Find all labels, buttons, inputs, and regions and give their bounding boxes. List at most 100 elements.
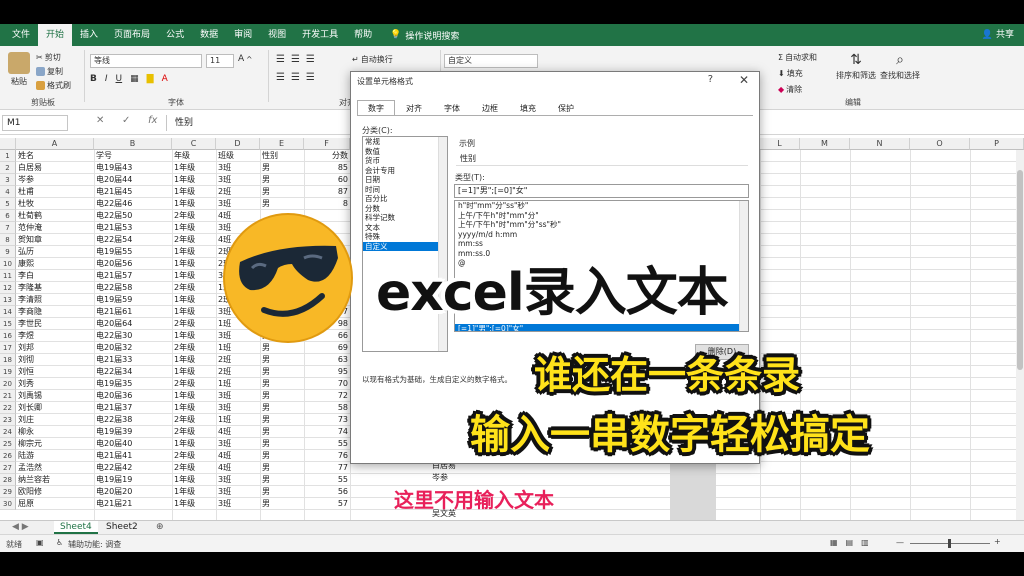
zoom-slider-thumb[interactable] <box>948 539 951 548</box>
column-header-e[interactable]: E <box>260 138 304 150</box>
row-header[interactable]: 25 <box>0 438 16 450</box>
format-item[interactable]: mm:ss <box>455 239 748 249</box>
help-icon[interactable]: ? <box>708 74 713 85</box>
column-header-l[interactable]: L <box>760 138 800 150</box>
share-button[interactable]: 👤 共享 <box>982 24 1014 46</box>
table-cell[interactable]: 1年级 <box>172 162 216 174</box>
table-cell[interactable]: 刘邦 <box>16 342 94 354</box>
grow-font-button[interactable]: A ^ <box>238 54 252 64</box>
table-cell[interactable]: 1年级 <box>172 366 216 378</box>
table-cell[interactable]: 1年级 <box>172 402 216 414</box>
table-cell[interactable]: 1班 <box>216 378 260 390</box>
format-painter-button[interactable]: 格式刷 <box>36 80 71 91</box>
table-cell[interactable]: 3班 <box>216 498 260 510</box>
row-header[interactable]: 30 <box>0 498 16 510</box>
table-cell[interactable]: 1年级 <box>172 258 216 270</box>
table-cell[interactable]: 陆游 <box>16 450 94 462</box>
table-cell[interactable]: 1年级 <box>172 354 216 366</box>
table-cell[interactable]: 1年级 <box>172 438 216 450</box>
table-cell[interactable]: 2年级 <box>172 282 216 294</box>
table-cell[interactable]: 2年级 <box>172 414 216 426</box>
tab-view[interactable]: 视图 <box>260 24 294 46</box>
table-cell[interactable]: 2年级 <box>172 450 216 462</box>
vertical-scrollbar[interactable] <box>1016 150 1024 520</box>
wrap-text-button[interactable]: ↵ 自动换行 <box>352 54 393 65</box>
format-item[interactable]: 上午/下午h"时"mm"分" <box>455 211 748 221</box>
category-item[interactable]: 分数 <box>363 204 447 214</box>
row-header[interactable]: 24 <box>0 426 16 438</box>
row-header[interactable]: 7 <box>0 222 16 234</box>
table-cell[interactable]: 岑参 <box>16 174 94 186</box>
sheet-tab-sheet4[interactable]: Sheet4 <box>54 521 98 534</box>
table-cell[interactable]: 男 <box>260 414 304 426</box>
table-cell[interactable]: 1年级 <box>172 498 216 510</box>
table-cell[interactable]: 1年级 <box>172 246 216 258</box>
table-cell[interactable]: 男 <box>260 450 304 462</box>
table-cell[interactable]: 电20届44 <box>94 174 172 186</box>
table-cell[interactable]: 刘禹锡 <box>16 390 94 402</box>
name-box[interactable]: M1 <box>2 115 68 131</box>
row-header[interactable]: 21 <box>0 390 16 402</box>
type-input[interactable]: [=1]"男";[=0]"女" <box>454 184 749 198</box>
table-cell[interactable]: 男 <box>260 498 304 510</box>
table-cell[interactable]: 刘长卿 <box>16 402 94 414</box>
table-cell[interactable]: 2年级 <box>172 234 216 246</box>
italic-button[interactable]: I <box>105 74 108 84</box>
horizontal-align-icons[interactable]: ☰☰☰ <box>276 72 321 83</box>
macro-record-icon[interactable]: ▣ <box>36 538 44 547</box>
table-cell[interactable]: 柳永 <box>16 426 94 438</box>
row-header[interactable]: 9 <box>0 246 16 258</box>
row-header[interactable]: 5 <box>0 198 16 210</box>
column-header-a[interactable]: A <box>16 138 94 150</box>
table-cell[interactable]: 弘历 <box>16 246 94 258</box>
category-item[interactable]: 特殊 <box>363 232 447 242</box>
table-cell[interactable]: 电19届59 <box>94 294 172 306</box>
tab-fill[interactable]: 填充 <box>509 100 547 116</box>
sheet-tab-sheet2[interactable]: Sheet2 <box>100 521 144 534</box>
sort-filter-button[interactable]: ⇅ 排序和筛选 <box>836 52 876 81</box>
zoom-slider[interactable] <box>910 539 990 548</box>
table-cell[interactable]: 2年级 <box>172 342 216 354</box>
underline-button[interactable]: U <box>116 74 123 84</box>
table-cell[interactable]: 男 <box>260 462 304 474</box>
table-cell[interactable]: 4班 <box>216 426 260 438</box>
row-header[interactable]: 8 <box>0 234 16 246</box>
table-cell[interactable]: 2年级 <box>172 318 216 330</box>
table-cell[interactable]: 3班 <box>216 174 260 186</box>
table-cell[interactable]: 56 <box>304 486 350 498</box>
table-cell[interactable]: 2班 <box>216 354 260 366</box>
cancel-icon[interactable]: ✕ <box>96 115 104 126</box>
fx-icon[interactable]: fx <box>148 115 157 126</box>
header-cell[interactable]: 班级 <box>216 150 260 162</box>
table-cell[interactable]: 电20届64 <box>94 318 172 330</box>
table-cell[interactable]: 电20届20 <box>94 486 172 498</box>
copy-button[interactable]: 复制 <box>36 66 63 77</box>
table-cell[interactable]: 男 <box>260 474 304 486</box>
cut-button[interactable]: ✂ 剪切 <box>36 52 61 63</box>
format-item[interactable]: 上午/下午h"时"mm"分"ss"秒" <box>455 220 748 230</box>
find-select-button[interactable]: ⌕ 查找和选择 <box>880 52 920 81</box>
table-cell[interactable]: 贺知章 <box>16 234 94 246</box>
table-cell[interactable]: 电19届35 <box>94 378 172 390</box>
table-cell[interactable]: 电22届46 <box>94 198 172 210</box>
table-cell[interactable]: 2年级 <box>172 210 216 222</box>
number-format-select[interactable]: 自定义 <box>444 54 538 68</box>
table-cell[interactable]: 1年级 <box>172 474 216 486</box>
table-cell[interactable]: 3班 <box>216 162 260 174</box>
table-cell[interactable]: 男 <box>260 438 304 450</box>
table-cell[interactable]: 2班 <box>216 366 260 378</box>
column-header-f[interactable]: F <box>304 138 350 150</box>
row-header[interactable]: 6 <box>0 210 16 222</box>
table-cell[interactable]: 电22届42 <box>94 462 172 474</box>
table-cell[interactable]: 70 <box>304 378 350 390</box>
table-cell[interactable]: 电20届32 <box>94 342 172 354</box>
column-header-n[interactable]: N <box>850 138 910 150</box>
accessibility-status[interactable]: 辅助功能: 调查 <box>68 539 121 550</box>
table-cell[interactable]: 电19届55 <box>94 246 172 258</box>
enter-icon[interactable]: ✓ <box>122 115 130 126</box>
clear-button[interactable]: ◆ 清除 <box>778 84 802 95</box>
table-cell[interactable]: 4班 <box>216 450 260 462</box>
table-cell[interactable]: 李白 <box>16 270 94 282</box>
table-cell[interactable]: 电22届50 <box>94 210 172 222</box>
table-cell[interactable]: 男 <box>260 186 304 198</box>
